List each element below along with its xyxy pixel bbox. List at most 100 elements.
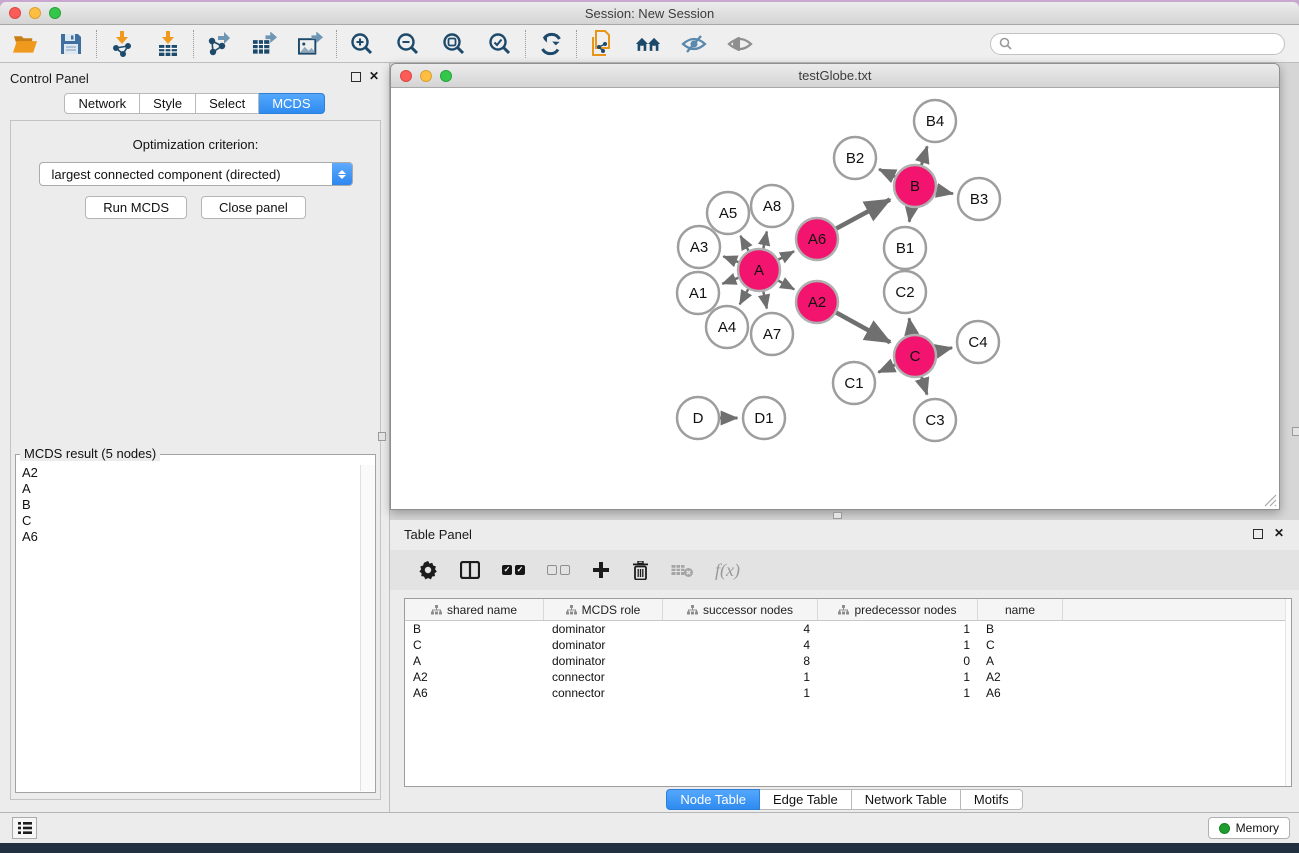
result-list-item[interactable]: C: [17, 513, 359, 529]
settings-gear-icon[interactable]: [418, 557, 438, 583]
clone-network-icon[interactable]: [589, 32, 615, 56]
cell-mcds-role[interactable]: dominator: [544, 638, 663, 652]
cell-mcds-role[interactable]: dominator: [544, 622, 663, 636]
tab-motifs[interactable]: Motifs: [961, 789, 1023, 810]
hide-graphics-details-icon[interactable]: [681, 32, 707, 56]
splitter-grip[interactable]: [378, 432, 386, 441]
show-graphics-details-icon[interactable]: [727, 32, 753, 56]
cell-successor-nodes[interactable]: 1: [663, 686, 818, 700]
column-header-mcds-role[interactable]: MCDS role: [544, 599, 663, 620]
table-row[interactable]: A6connector11A6: [405, 685, 1291, 701]
mcds-result-list[interactable]: A2ABCA6: [17, 465, 359, 791]
graph-edge-A2-C[interactable]: [835, 312, 890, 342]
tab-network-table[interactable]: Network Table: [852, 789, 961, 810]
tab-select[interactable]: Select: [196, 93, 259, 114]
cell-predecessor-nodes[interactable]: 1: [818, 638, 978, 652]
cell-shared-name[interactable]: C: [405, 638, 544, 652]
graph-edge-A-A1[interactable]: [722, 277, 739, 283]
delete-table-icon[interactable]: [671, 557, 693, 583]
graph-edge-A6-B[interactable]: [835, 200, 890, 230]
graph-edge-A-A3[interactable]: [723, 256, 739, 262]
import-table-from-file-icon[interactable]: [155, 32, 181, 56]
cell-name[interactable]: A: [978, 654, 1063, 668]
cell-shared-name[interactable]: A6: [405, 686, 544, 700]
cell-successor-nodes[interactable]: 8: [663, 654, 818, 668]
table-row[interactable]: A2connector11A2: [405, 669, 1291, 685]
result-list-item[interactable]: A6: [17, 529, 359, 545]
close-table-panel-icon[interactable]: ✕: [1274, 526, 1284, 540]
result-list-item[interactable]: B: [17, 497, 359, 513]
cell-name[interactable]: B: [978, 622, 1063, 636]
float-panel-icon[interactable]: [351, 72, 361, 82]
cell-mcds-role[interactable]: dominator: [544, 654, 663, 668]
cell-name[interactable]: A2: [978, 670, 1063, 684]
network-zoom-button[interactable]: [440, 70, 452, 82]
column-header-predecessor-nodes[interactable]: predecessor nodes: [818, 599, 978, 620]
close-panel-icon[interactable]: ✕: [369, 69, 379, 83]
cell-predecessor-nodes[interactable]: 1: [818, 622, 978, 636]
cell-shared-name[interactable]: B: [405, 622, 544, 636]
graph-edge-A-A5[interactable]: [740, 236, 749, 252]
table-scrollbar[interactable]: [1285, 599, 1291, 786]
table-row[interactable]: Adominator80A: [405, 653, 1291, 669]
zoom-out-icon[interactable]: [395, 32, 421, 56]
export-table-icon[interactable]: [252, 32, 278, 56]
zoom-fit-content-icon[interactable]: [441, 32, 467, 56]
network-window-titlebar[interactable]: testGlobe.txt: [391, 64, 1279, 88]
run-mcds-button[interactable]: Run MCDS: [85, 196, 187, 219]
tab-mcds[interactable]: MCDS: [259, 93, 324, 114]
cell-name[interactable]: C: [978, 638, 1063, 652]
cell-successor-nodes[interactable]: 4: [663, 638, 818, 652]
memory-button[interactable]: Memory: [1208, 817, 1290, 839]
cell-successor-nodes[interactable]: 4: [663, 622, 818, 636]
import-network-from-file-icon[interactable]: [109, 32, 135, 56]
resize-grip-icon[interactable]: [1264, 494, 1277, 507]
close-panel-button[interactable]: Close panel: [201, 196, 306, 219]
column-header-name[interactable]: name: [978, 599, 1063, 620]
select-all-checks-icon[interactable]: ✓✓: [502, 557, 525, 583]
apply-preferred-layout-icon[interactable]: [538, 32, 564, 56]
graph-edge-C-C1[interactable]: [878, 364, 895, 372]
result-scrollbar[interactable]: [360, 465, 375, 791]
graph-edge-C-C4[interactable]: [935, 348, 952, 352]
network-view-window[interactable]: testGlobe.txt B4B2BB3A8A5A6A3B1AA1C2A2A4…: [390, 63, 1280, 510]
graph-edge-A-A7[interactable]: [763, 291, 767, 309]
cell-shared-name[interactable]: A: [405, 654, 544, 668]
graph-edge-A-A8[interactable]: [763, 231, 767, 249]
show-panels-list-button[interactable]: [12, 817, 37, 839]
add-column-icon[interactable]: [592, 557, 610, 583]
graph-edge-A-A4[interactable]: [740, 288, 749, 304]
toggle-columns-icon[interactable]: [460, 557, 480, 583]
graph-edge-B-B2[interactable]: [879, 169, 896, 177]
table-row[interactable]: Bdominator41B: [405, 621, 1291, 637]
criterion-dropdown[interactable]: largest connected component (directed): [39, 162, 353, 186]
cell-mcds-role[interactable]: connector: [544, 670, 663, 684]
tab-node-table[interactable]: Node Table: [666, 789, 760, 810]
cell-shared-name[interactable]: A2: [405, 670, 544, 684]
save-session-icon[interactable]: [58, 32, 84, 56]
graph-edge-A-A2[interactable]: [777, 280, 794, 289]
tab-edge-table[interactable]: Edge Table: [760, 789, 852, 810]
search-field[interactable]: [990, 33, 1285, 55]
open-file-icon[interactable]: [12, 32, 38, 56]
minimize-window-button[interactable]: [29, 7, 41, 19]
search-input[interactable]: [1017, 37, 1276, 51]
home-icon[interactable]: [635, 32, 661, 56]
close-window-button[interactable]: [9, 7, 21, 19]
network-minimize-button[interactable]: [420, 70, 432, 82]
column-header-successor-nodes[interactable]: successor nodes: [663, 599, 818, 620]
cell-successor-nodes[interactable]: 1: [663, 670, 818, 684]
graph-edge-A-A6[interactable]: [778, 251, 795, 260]
delete-column-icon[interactable]: [632, 557, 649, 583]
node-table[interactable]: shared nameMCDS rolesuccessor nodesprede…: [404, 598, 1292, 787]
zoom-window-button[interactable]: [49, 7, 61, 19]
cell-predecessor-nodes[interactable]: 1: [818, 670, 978, 684]
table-row[interactable]: Cdominator41C: [405, 637, 1291, 653]
network-graph[interactable]: B4B2BB3A8A5A6A3B1AA1C2A2A4A7C4CC1C3DD1: [391, 88, 1279, 509]
deselect-all-checks-icon[interactable]: [547, 557, 570, 583]
graph-edge-C-C3[interactable]: [921, 376, 927, 395]
export-image-icon[interactable]: [298, 32, 324, 56]
tab-network[interactable]: Network: [64, 93, 140, 114]
function-builder-icon[interactable]: f(x): [715, 557, 740, 583]
graph-edge-B-B1[interactable]: [909, 207, 911, 222]
